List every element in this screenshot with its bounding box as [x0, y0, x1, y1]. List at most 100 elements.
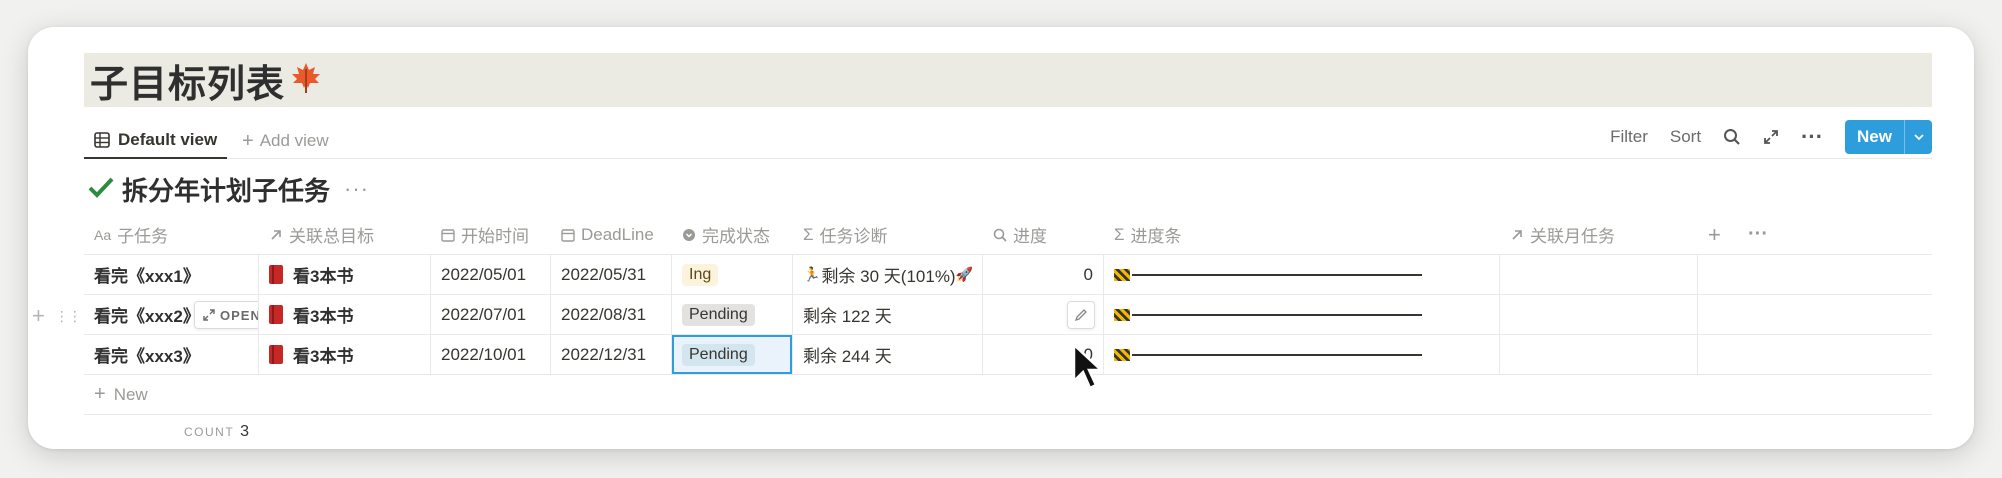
column-more-icon[interactable]: ···: [1738, 215, 1778, 254]
cell-subtask[interactable]: 看完《xxx3》: [84, 335, 259, 374]
count-summary[interactable]: COUNT 3: [184, 423, 249, 441]
tab-default-label: Default view: [118, 130, 218, 149]
cell-status-selected[interactable]: Pending: [672, 335, 793, 374]
table-row[interactable]: 看完《xxx1》 看3本书 2022/05/01 2022/05/31 Ing …: [84, 255, 1932, 295]
count-label: COUNT: [184, 425, 235, 439]
open-row-button[interactable]: OPEN: [194, 301, 258, 329]
new-button[interactable]: New: [1845, 120, 1932, 154]
cell-start[interactable]: 2022/05/01: [431, 255, 551, 294]
cell-progress[interactable]: 0: [983, 255, 1104, 294]
cell-deadline[interactable]: 2022/08/31: [551, 295, 672, 334]
red-book-icon: [269, 305, 283, 324]
cell-goal[interactable]: 看3本书: [259, 335, 431, 374]
status-badge: Pending: [682, 303, 755, 326]
title-icon: Aa: [94, 226, 112, 243]
calendar-icon: [441, 228, 455, 242]
chevron-down-icon[interactable]: [1904, 120, 1932, 154]
drag-handle-icon[interactable]: ⋮⋮: [55, 309, 82, 323]
red-book-icon: [269, 265, 283, 284]
cell-goal[interactable]: 看3本书: [259, 255, 431, 294]
expand-icon[interactable]: [1763, 129, 1779, 145]
group-header: 拆分年计划子任务 ···: [88, 171, 369, 207]
app-window: 子目标列表 Default view + Add view Filter Sor…: [28, 27, 1974, 449]
construction-barrier-icon: [1114, 348, 1130, 361]
view-bar: Default view + Add view Filter Sort ··· …: [84, 117, 1932, 159]
add-row-plus-icon[interactable]: +: [32, 303, 45, 329]
progress-bar-line: [1132, 273, 1422, 276]
construction-barrier-icon: [1114, 308, 1130, 321]
cell-status[interactable]: Ing: [672, 255, 793, 294]
cell-diagnosis[interactable]: 🏃 剩余 30 天(101%) 🚀: [793, 255, 983, 294]
column-header-deadline[interactable]: DeadLine: [551, 215, 672, 254]
column-header-status[interactable]: 完成状态: [672, 215, 793, 254]
column-header-goal[interactable]: 关联总目标: [259, 215, 431, 254]
new-button-label: New: [1857, 127, 1892, 146]
rocket-icon: 🚀: [955, 266, 974, 282]
expand-icon: [203, 309, 215, 321]
cell-subtask[interactable]: 看完《xxx1》: [84, 255, 259, 294]
cell-status[interactable]: Pending: [672, 295, 793, 334]
cell-monthly-tasks[interactable]: [1500, 255, 1698, 294]
search-icon[interactable]: [1723, 128, 1741, 146]
plus-icon: +: [242, 129, 254, 152]
table-row[interactable]: 看完《xxx3》 看3本书 2022/10/01 2022/12/31 Pend…: [84, 335, 1932, 375]
cell-subtask[interactable]: 看完《xxx2》 OPEN: [84, 295, 259, 334]
column-header-diagnosis[interactable]: Σ 任务诊断: [793, 215, 983, 254]
cell-progress-bar[interactable]: [1104, 255, 1500, 294]
tab-default-view[interactable]: Default view: [84, 123, 228, 159]
add-column-plus-icon[interactable]: +: [1698, 215, 1738, 254]
cell-deadline[interactable]: 2022/05/31: [551, 255, 672, 294]
checkmark-icon: [88, 176, 114, 203]
more-options-icon[interactable]: ···: [1801, 124, 1823, 150]
cell-progress-bar[interactable]: [1104, 295, 1500, 334]
progress-bar-line: [1132, 353, 1422, 356]
cell-progress-bar[interactable]: [1104, 335, 1500, 374]
formula-sigma-icon: Σ: [803, 224, 814, 244]
formula-sigma-icon: Σ: [1114, 224, 1125, 244]
page-title-bar: 子目标列表: [84, 53, 1932, 107]
table-row[interactable]: + ⋮⋮ 看完《xxx2》 OPEN 看3本书 2022/07/01 2022/…: [32, 295, 1932, 335]
red-book-icon: [269, 345, 283, 364]
cell-start[interactable]: 2022/10/01: [431, 335, 551, 374]
filter-button[interactable]: Filter: [1610, 127, 1648, 147]
maple-leaf-icon: [289, 61, 323, 100]
select-icon: [683, 228, 695, 241]
runner-icon: 🏃: [803, 266, 821, 282]
add-new-row-button[interactable]: + New: [84, 375, 1932, 415]
table-icon: [94, 132, 110, 148]
progress-bar-line: [1132, 313, 1422, 316]
cell-deadline[interactable]: 2022/12/31: [551, 335, 672, 374]
page-title[interactable]: 子目标列表: [90, 53, 285, 108]
toolbar: Filter Sort ··· New: [1588, 119, 1932, 155]
count-value: 3: [240, 423, 250, 440]
cell-monthly-tasks[interactable]: [1500, 335, 1698, 374]
status-badge: Pending: [682, 343, 755, 366]
row-handle[interactable]: + ⋮⋮: [32, 303, 82, 329]
cell-start[interactable]: 2022/07/01: [431, 295, 551, 334]
rollup-search-icon: [993, 228, 1007, 242]
relation-arrow-icon: [271, 229, 281, 240]
group-title[interactable]: 拆分年计划子任务: [122, 171, 330, 208]
cell-monthly-tasks[interactable]: [1500, 295, 1698, 334]
column-header-progress[interactable]: 进度: [983, 215, 1104, 254]
column-header-progress-bar[interactable]: Σ 进度条: [1104, 215, 1500, 254]
pencil-edit-icon[interactable]: [1067, 301, 1095, 329]
column-header-subtask[interactable]: Aa 子任务: [84, 215, 259, 254]
column-header-start[interactable]: 开始时间: [431, 215, 551, 254]
cell-progress[interactable]: [983, 295, 1104, 334]
calendar-icon: [561, 228, 575, 242]
cell-goal[interactable]: 看3本书: [259, 295, 431, 334]
cell-diagnosis[interactable]: 剩余 122 天: [793, 295, 983, 334]
plus-icon: +: [94, 383, 106, 405]
add-view-button[interactable]: + Add view: [234, 123, 337, 159]
column-header-monthly-tasks[interactable]: 关联月任务: [1500, 215, 1698, 254]
status-badge: Ing: [682, 263, 719, 286]
group-more-icon[interactable]: ···: [344, 176, 369, 202]
mouse-pointer-icon: [1072, 342, 1106, 396]
relation-arrow-icon: [1512, 229, 1522, 240]
add-view-label: Add view: [259, 131, 329, 150]
table-header-row: Aa 子任务 关联总目标 开始时间 DeadLine 完成状态 Σ 任务诊断 进…: [84, 215, 1932, 255]
cell-diagnosis[interactable]: 剩余 244 天: [793, 335, 983, 374]
construction-barrier-icon: [1114, 268, 1130, 281]
sort-button[interactable]: Sort: [1670, 127, 1701, 147]
